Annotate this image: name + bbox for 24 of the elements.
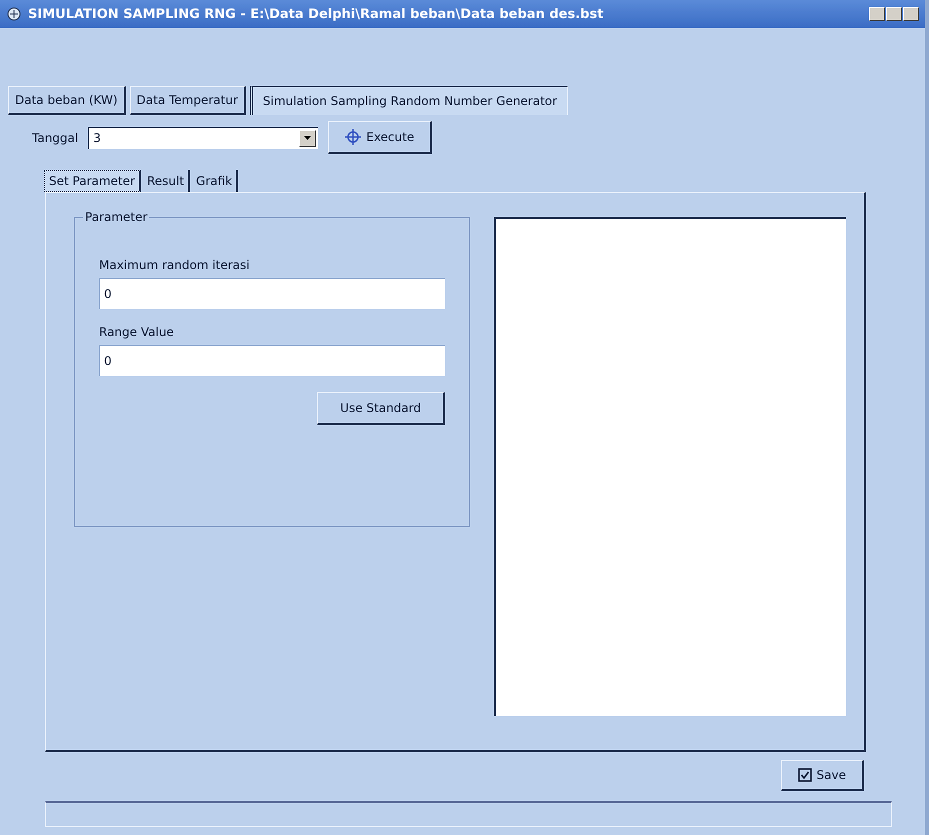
tab[interactable]: Data Temperatur (130, 86, 246, 115)
date-dropdown[interactable]: 3 (88, 126, 318, 148)
close-button[interactable] (903, 7, 919, 21)
subtab[interactable]: Set Parameter (44, 170, 141, 192)
dropdown-arrow-icon (304, 136, 312, 140)
minimize-button[interactable] (869, 7, 885, 21)
window-title: SIMULATION SAMPLING RNG - E:\Data Delphi\Ramal beban\Data beban des.bst (28, 6, 604, 22)
subtab[interactable]: Grafik (192, 170, 238, 192)
group-title: Parameter (83, 210, 150, 224)
subtab[interactable]: Result (142, 170, 190, 192)
input-field[interactable]: 0 (99, 345, 445, 376)
execute-button[interactable]: Execute (328, 121, 432, 154)
maximize-button[interactable] (886, 7, 902, 21)
tab[interactable]: Data beban (KW) (8, 86, 126, 115)
crosshair-icon (345, 129, 362, 145)
tab[interactable]: Simulation Sampling Random Number Generator (250, 86, 568, 115)
date-label: Tanggal (32, 130, 78, 144)
app-icon (6, 6, 22, 22)
checkbox-icon (798, 768, 812, 782)
save-button[interactable]: Save (780, 760, 864, 791)
use-standard-button[interactable]: Use Standard (317, 392, 445, 425)
field-label: Range Value (99, 325, 175, 339)
input-field[interactable]: 0 (99, 278, 445, 309)
field-label: Maximum random iterasi (99, 258, 251, 272)
